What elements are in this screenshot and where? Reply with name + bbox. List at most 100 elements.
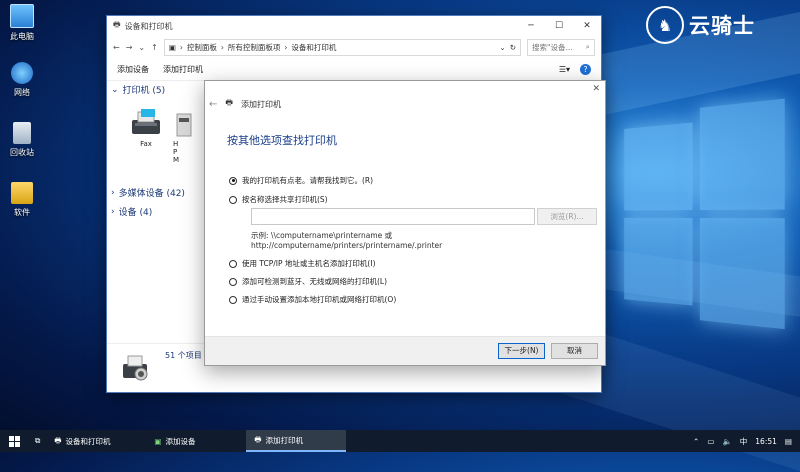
- cancel-button[interactable]: 取消: [551, 343, 598, 359]
- taskbar-item-label: 添加设备: [165, 436, 196, 446]
- option-shared-printer[interactable]: 按名称选择共享打印机(S): [229, 194, 328, 205]
- printer-icon: [176, 113, 192, 137]
- device-label: H P M: [173, 140, 180, 164]
- task-view-button[interactable]: ⧉: [29, 430, 46, 452]
- printer-icon: 🖶: [254, 434, 262, 444]
- volume-icon[interactable]: 🔈: [722, 437, 731, 446]
- back-arrow-icon[interactable]: ←: [113, 43, 120, 52]
- minimize-button[interactable]: ─: [517, 21, 545, 31]
- back-arrow-icon[interactable]: ←: [209, 99, 217, 110]
- control-panel-icon: ▣: [168, 42, 176, 52]
- chevron-down-icon[interactable]: ⌄: [138, 43, 145, 52]
- section-printers[interactable]: ⌄ 打印机 (5): [111, 83, 165, 97]
- desktop-icon-software[interactable]: 软件: [2, 182, 42, 218]
- refresh-icon[interactable]: ↻: [510, 43, 516, 52]
- option-label: 通过手动设置添加本地打印机或网络打印机(O): [242, 295, 397, 304]
- example-text: 示例: \\computername\printername 或 http://…: [251, 231, 442, 251]
- radio-button[interactable]: [229, 195, 237, 204]
- section-devices[interactable]: › 设备 (4): [111, 205, 152, 219]
- horse-rider-logo-icon: ♞: [646, 6, 684, 44]
- start-button[interactable]: [0, 430, 29, 452]
- address-bar: ← → ⌄ ↑ ▣ › 控制面板 › 所有控制面板项 › 设备和打印机 ⌄ ↻ …: [107, 36, 601, 58]
- system-tray: ⌃ ▭ 🔈 中 16:51 ▤: [693, 436, 800, 447]
- window-title: 设备和打印机: [124, 21, 173, 31]
- option-label: 我的打印机有点老。请帮我找到它。(R): [242, 176, 374, 185]
- windows-start-icon: [9, 435, 20, 447]
- printer-name-input[interactable]: [251, 208, 535, 225]
- taskbar-item-label: 添加打印机: [265, 435, 303, 445]
- taskbar-item-add-device[interactable]: ▣ 添加设备: [146, 430, 246, 452]
- chevron-right-icon: ›: [111, 187, 115, 198]
- example-line: 示例: \\computername\printername 或: [251, 231, 393, 240]
- folder-icon: [11, 182, 33, 204]
- dialog-close-button[interactable]: ✕: [592, 84, 600, 94]
- printer-icon: 🖶: [54, 435, 62, 445]
- notification-icon[interactable]: ▭: [707, 437, 714, 446]
- up-arrow-icon[interactable]: ↑: [151, 43, 158, 52]
- task-view-icon: ⧉: [35, 436, 41, 445]
- printer-icon: 🖶: [113, 20, 121, 29]
- forward-arrow-icon[interactable]: →: [126, 43, 133, 52]
- search-placeholder: 搜索"设备...: [532, 42, 573, 52]
- add-printer-dialog: ✕ ← 🖶 添加打印机 按其他选项查找打印机 我的打印机有点老。请帮我找到它。(…: [204, 80, 606, 366]
- option-label: 添加可检测到蓝牙、无线或网络的打印机(L): [242, 277, 388, 286]
- computer-icon: [10, 4, 34, 28]
- window-titlebar: 🖶 设备和打印机 ─ ☐ ✕: [107, 16, 601, 36]
- network-icon: [11, 62, 33, 84]
- browse-button[interactable]: 浏览(R)...: [537, 208, 597, 225]
- search-input[interactable]: 搜索"设备... ⌕: [527, 38, 595, 56]
- breadcrumb-separator: ›: [220, 42, 224, 52]
- watermark: ♞ 云骑士: [646, 6, 755, 44]
- example-line: http://computername/printers/printername…: [251, 241, 443, 250]
- desktop-icon-computer[interactable]: 此电脑: [2, 4, 42, 42]
- breadcrumb-item[interactable]: 所有控制面板项: [228, 42, 281, 53]
- command-bar: 添加设备 添加打印机 ☰▾ ?: [107, 58, 601, 81]
- device-label: Fax: [140, 140, 152, 148]
- breadcrumb-item[interactable]: 控制面板: [187, 42, 217, 53]
- action-center-icon[interactable]: ▤: [785, 437, 792, 446]
- option-old-printer[interactable]: 我的打印机有点老。请帮我找到它。(R): [229, 175, 373, 186]
- section-label: 多媒体设备 (42): [118, 189, 185, 199]
- desktop-icon-recycle-bin[interactable]: 回收站: [2, 122, 42, 158]
- option-bluetooth-wireless[interactable]: 添加可检测到蓝牙、无线或网络的打印机(L): [229, 276, 387, 287]
- fax-printer-icon: [132, 109, 160, 134]
- desktop-icon-label: 网络: [14, 88, 30, 97]
- printer-icon: 🖶: [225, 98, 233, 107]
- section-multimedia[interactable]: › 多媒体设备 (42): [111, 186, 185, 200]
- help-icon[interactable]: ?: [580, 63, 591, 75]
- search-icon: ⌕: [585, 42, 590, 51]
- radio-button[interactable]: [229, 277, 237, 286]
- add-device-button[interactable]: 添加设备: [117, 64, 149, 75]
- breadcrumb-item[interactable]: 设备和打印机: [291, 42, 336, 53]
- breadcrumb-separator: ›: [284, 42, 288, 52]
- option-manual-local[interactable]: 通过手动设置添加本地打印机或网络打印机(O): [229, 294, 396, 305]
- option-label: 使用 TCP/IP 地址或主机名添加打印机(I): [242, 259, 376, 268]
- desktop-icon-label: 此电脑: [10, 32, 34, 41]
- taskbar-item-add-printer[interactable]: 🖶 添加打印机: [246, 430, 347, 452]
- device-fax[interactable]: Fax: [121, 108, 171, 148]
- close-button[interactable]: ✕: [573, 21, 601, 31]
- device-hp[interactable]: H P M: [173, 108, 197, 164]
- recycle-bin-icon: [13, 122, 31, 144]
- clock[interactable]: 16:51: [755, 437, 777, 446]
- dropdown-chevron-icon[interactable]: ⌄: [499, 43, 505, 52]
- dialog-footer: 下一步(N) 取消: [205, 336, 605, 365]
- radio-button[interactable]: [229, 295, 237, 304]
- ime-indicator[interactable]: 中: [740, 436, 748, 447]
- taskbar-item-devices-printers[interactable]: 🖶 设备和打印机: [46, 430, 146, 452]
- taskbar: ⧉ 🖶 设备和打印机 ▣ 添加设备 🖶 添加打印机 ⌃ ▭ 🔈 中 16:51 …: [0, 430, 800, 452]
- chevron-right-icon: ›: [111, 206, 115, 217]
- option-tcpip[interactable]: 使用 TCP/IP 地址或主机名添加打印机(I): [229, 258, 376, 269]
- add-printer-button[interactable]: 添加打印机: [163, 64, 203, 75]
- watermark-text: 云骑士: [689, 14, 755, 38]
- dialog-title: 添加打印机: [240, 99, 281, 109]
- next-button[interactable]: 下一步(N): [498, 343, 545, 359]
- maximize-button[interactable]: ☐: [545, 21, 573, 31]
- windows-logo-wallpaper: [624, 98, 785, 333]
- view-options-icon[interactable]: ☰▾: [559, 65, 570, 74]
- desktop-icon-network[interactable]: 网络: [2, 62, 42, 98]
- radio-button[interactable]: [229, 259, 237, 268]
- chevron-up-icon[interactable]: ⌃: [693, 437, 699, 446]
- breadcrumb[interactable]: ▣ › 控制面板 › 所有控制面板项 › 设备和打印机 ⌄ ↻: [163, 38, 521, 56]
- radio-button[interactable]: [229, 176, 237, 185]
